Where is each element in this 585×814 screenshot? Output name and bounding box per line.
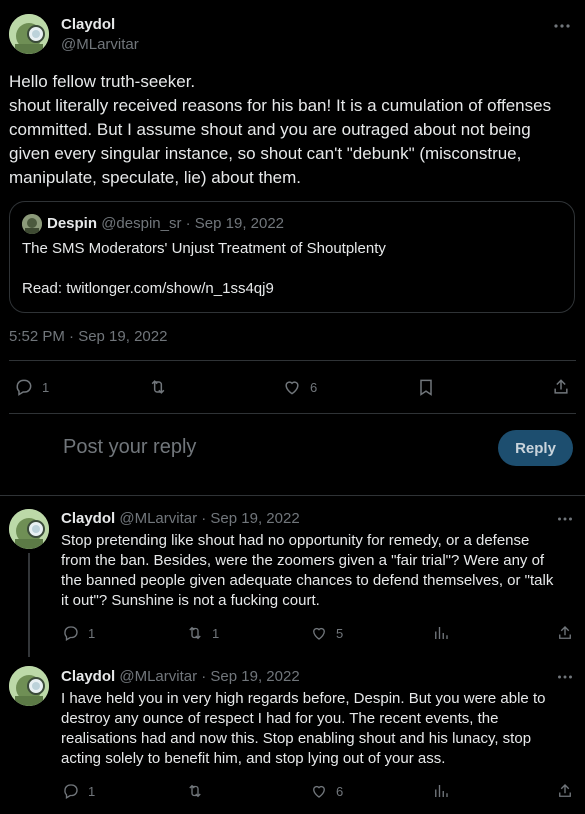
reply-icon xyxy=(64,784,78,799)
quote-author-name: Despin xyxy=(47,215,98,232)
retweet-action[interactable]: 1 xyxy=(186,624,219,642)
reply-text: Stop pretending like shout had no opport… xyxy=(61,531,576,611)
reply-author-name[interactable]: Claydol xyxy=(61,668,115,685)
reply-count: 1 xyxy=(42,379,50,395)
retweet-action[interactable] xyxy=(148,377,176,397)
views-icon xyxy=(435,627,448,639)
tweet-text-line: shout literally received reasons for his… xyxy=(9,96,552,115)
reply-text-line: realisations had and now this. Stop enab… xyxy=(61,730,532,747)
more-icon[interactable] xyxy=(554,666,576,688)
reply-text: I have held you in very high regards bef… xyxy=(61,689,576,769)
retweet-icon xyxy=(189,626,201,640)
heart-icon xyxy=(285,381,299,395)
quoted-tweet[interactable]: Despin @despin_sr · Sep 19, 2022 The SMS… xyxy=(9,201,575,313)
tweet-text-line: manipulate, speculate, lie) about them. xyxy=(9,168,302,187)
more-icon[interactable] xyxy=(554,508,576,530)
reply-text-line: I have held you in very high regards bef… xyxy=(61,690,546,707)
reply-meta[interactable]: @MLarvitar · Sep 19, 2022 xyxy=(119,510,299,527)
views-action[interactable] xyxy=(432,624,450,642)
author-avatar[interactable] xyxy=(9,14,49,54)
reply-button[interactable]: Reply xyxy=(498,430,573,466)
reply-input[interactable]: Post your reply xyxy=(63,436,196,459)
quote-meta: @despin_sr · Sep 19, 2022 xyxy=(101,215,285,232)
tweet-text-line: Hello fellow truth-seeker. xyxy=(9,72,196,91)
like-action[interactable]: 5 xyxy=(310,624,343,642)
quote-title: The SMS Moderators' Unjust Treatment of … xyxy=(22,240,386,257)
tweet-timestamp[interactable]: 5:52 PM · Sep 19, 2022 xyxy=(9,328,167,345)
reply-count: 1 xyxy=(88,783,96,799)
quote-avatar xyxy=(22,214,42,234)
reply-text-line: destroy any ounce of respect I had for y… xyxy=(61,710,499,727)
reply-text-line: acting solely to benefit him, and stop l… xyxy=(61,750,446,767)
section-divider xyxy=(0,495,585,496)
reply-text-line: the banned people given adequate chances… xyxy=(61,572,554,589)
like-count: 5 xyxy=(336,625,344,641)
reply-icon xyxy=(16,379,32,396)
retweet-icon xyxy=(189,784,201,798)
bookmark-icon xyxy=(420,379,432,396)
reply-action[interactable]: 1 xyxy=(14,377,49,397)
share-action[interactable] xyxy=(551,377,571,397)
like-count: 6 xyxy=(310,379,318,395)
more-icon[interactable] xyxy=(550,14,574,38)
reply-text-line: from the ban. Besides, were the zoomers … xyxy=(61,552,545,569)
share-icon xyxy=(559,784,571,797)
like-count: 6 xyxy=(336,783,344,799)
author-handle[interactable]: @MLarvitar xyxy=(61,36,139,53)
thread-line xyxy=(28,553,30,657)
share-icon xyxy=(554,379,568,394)
retweet-count: 1 xyxy=(212,625,220,641)
share-icon xyxy=(559,626,571,639)
share-action[interactable] xyxy=(556,624,574,642)
views-action[interactable] xyxy=(432,782,450,800)
reply-count: 1 xyxy=(88,625,96,641)
quote-link[interactable]: Read: twitlonger.com/show/n_1ss4qj9 xyxy=(22,280,274,297)
like-action[interactable]: 6 xyxy=(310,782,343,800)
reply-avatar[interactable] xyxy=(9,666,49,706)
share-action[interactable] xyxy=(556,782,574,800)
reply-action[interactable]: 1 xyxy=(62,624,95,642)
views-icon xyxy=(435,785,448,797)
like-action[interactable]: 6 xyxy=(282,377,317,397)
reply-text-line: Stop pretending like shout had no opport… xyxy=(61,532,530,549)
tweet-text: Hello fellow truth-seeker. shout literal… xyxy=(9,70,579,190)
reply-avatar[interactable] xyxy=(9,509,49,549)
author-name[interactable]: Claydol xyxy=(61,16,115,33)
bookmark-action[interactable] xyxy=(416,377,436,397)
divider xyxy=(9,413,576,414)
reply-action[interactable]: 1 xyxy=(62,782,95,800)
heart-icon xyxy=(313,627,325,640)
reply-author-name[interactable]: Claydol xyxy=(61,510,115,527)
reply-text-line: it out"? Sunshine is not a fucking court… xyxy=(61,592,320,609)
tweet-text-line: given every singular instance, so shout … xyxy=(9,144,522,163)
retweet-action[interactable] xyxy=(186,782,212,800)
heart-icon xyxy=(313,785,325,798)
retweet-icon xyxy=(151,380,165,394)
divider xyxy=(9,360,576,361)
reply-meta[interactable]: @MLarvitar · Sep 19, 2022 xyxy=(119,668,299,685)
tweet-text-line: committed. But I assume shout and you ar… xyxy=(9,120,531,139)
reply-icon xyxy=(64,626,78,641)
